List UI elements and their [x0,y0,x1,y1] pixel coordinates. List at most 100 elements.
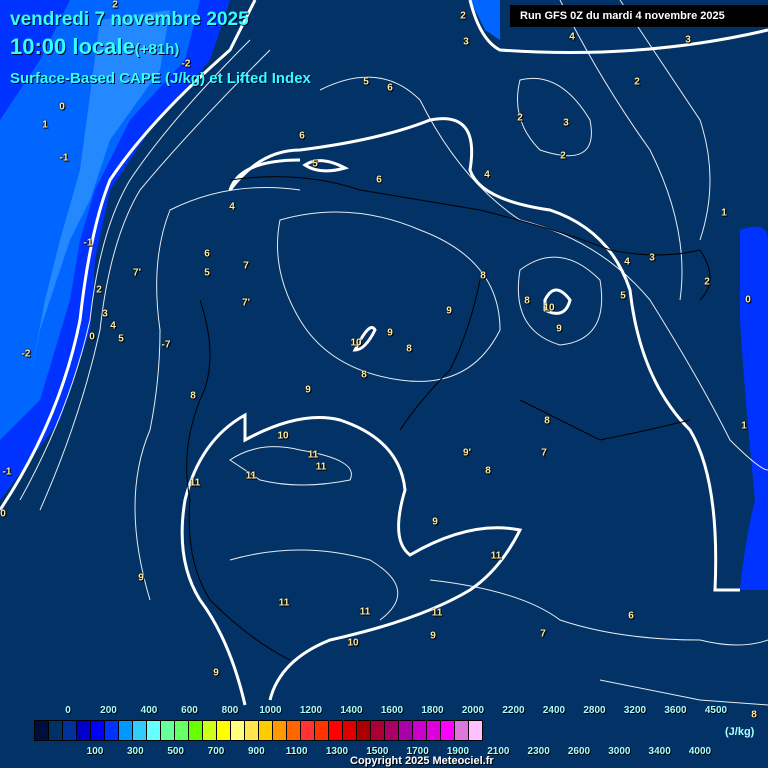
legend-swatch [287,721,301,740]
legend-swatch [217,721,231,740]
copyright: Copyright 2025 Meteociel.fr [350,755,494,767]
legend-swatch [91,721,105,740]
legend-swatch [245,721,259,740]
legend-swatch [469,721,482,740]
contour-label: 11 [431,607,443,619]
contour-label: -7 [161,339,171,351]
contour-label: 2 [517,112,523,124]
legend-swatch [273,721,287,740]
contour-label: 8 [544,415,550,427]
legend-tick-label: 2600 [567,746,591,757]
legend-swatch [399,721,413,740]
contour-label: 4 [624,256,630,268]
contour-label: 5 [363,76,369,88]
forecast-time: 10:00 locale(+81h) [10,34,179,60]
legend-tick-label: 0 [65,705,71,716]
contour-label: 8 [480,270,486,282]
legend-swatch [329,721,343,740]
parameter-title: Surface-Based CAPE (J/kg) et Lifted Inde… [10,70,311,87]
contour-label: 3 [463,36,469,48]
legend-tick-label: 600 [181,705,198,716]
legend-swatch [105,721,119,740]
legend-swatch [441,721,455,740]
contour-label: 6 [387,82,393,94]
contour-label: 7 [243,260,249,272]
legend-swatch [189,721,203,740]
contour-label: -2 [21,348,31,360]
legend-swatch [413,721,427,740]
contour-label: 10 [350,337,362,349]
legend-swatch [343,721,357,740]
contour-label: 5 [118,333,124,345]
contour-label: 3 [649,252,655,264]
contour-label: 11 [359,606,371,618]
legend-swatch [357,721,371,740]
contour-label: 5 [204,267,210,279]
legend-tick-label: 1200 [299,705,323,716]
contour-label: 8 [361,369,367,381]
contour-label: 8 [524,295,530,307]
color-legend [34,720,483,741]
legend-tick-label: 3400 [648,746,671,757]
legend-tick-label: 3200 [623,705,647,716]
borders [186,176,711,661]
contour-label: 7 [540,628,546,640]
legend-swatch [301,721,315,740]
legend-unit: (J/kg) [725,726,755,738]
contour-label: 2 [96,284,102,296]
lead-time: (+81h) [134,41,180,58]
legend-swatch [77,721,91,740]
legend-swatch [315,721,329,740]
contour-label: 2 [704,276,710,288]
contour-label: 4 [229,201,235,213]
legend-swatch [175,721,189,740]
contour-label: 10 [347,637,359,649]
contour-label: 4 [110,320,116,332]
contour-label: 1 [42,119,48,131]
contour-label: 11 [278,597,290,609]
legend-tick-label: 1000 [259,705,282,716]
contour-label: 6 [376,174,382,186]
legend-tick-label: 2000 [461,705,485,716]
contour-label: 1 [721,207,727,219]
legend-swatch [231,721,245,740]
legend-tick-label: 1600 [380,705,404,716]
forecast-date: vendredi 7 novembre 2025 [10,9,249,30]
contour-label: -1 [2,466,12,478]
legend-swatch [203,721,217,740]
legend-swatch [147,721,161,740]
legend-tick-label: 3000 [608,746,631,757]
legend-swatch [371,721,385,740]
contour-label: 10 [543,302,555,314]
contour-label: 11 [189,477,201,489]
legend-tick-label: 2800 [583,705,606,716]
contour-label: 0 [0,508,6,520]
legend-swatch [63,721,77,740]
legend-swatch [119,721,133,740]
contour-label: 9 [432,516,438,528]
contour-label: 3 [563,117,569,129]
contour-label: 5 [312,158,318,170]
contour-label: 8 [190,390,196,402]
contour-label: 5 [620,290,626,302]
contour-label: 9 [387,327,393,339]
contour-label: 6 [204,248,210,260]
legend-tick-label: 1400 [340,705,363,716]
contour-label: 3 [102,308,108,320]
contour-5b [228,117,740,592]
contour-label: 9 [138,572,144,584]
contour-label: 2 [560,150,566,162]
contour-label: 9 [446,305,452,317]
legend-swatch [133,721,147,740]
run-info: Run GFS 0Z du mardi 4 novembre 2025 [510,5,768,27]
contour-label: 11 [315,461,327,473]
contour-label: 11 [490,550,502,562]
legend-swatch [427,721,441,740]
time-label: 10:00 locale [10,34,135,59]
legend-swatch [161,721,175,740]
legend-swatch [35,721,49,740]
contour-label: 11 [307,449,319,461]
contour-label: -2 [181,58,191,70]
legend-tick-label: 1300 [325,746,349,757]
contour-label: 8 [406,343,412,355]
